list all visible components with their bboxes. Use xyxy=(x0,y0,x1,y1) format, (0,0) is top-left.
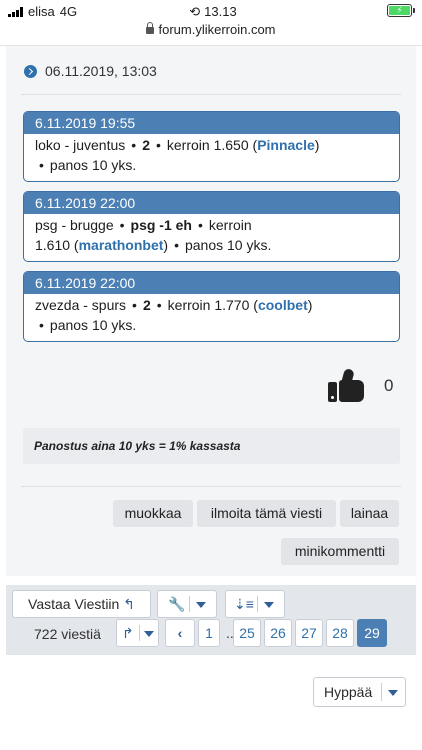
quote-body: zvezda - spurs • 2 • kerroin 1.770 (coolbet)… xyxy=(35,297,313,333)
like-area: 0 xyxy=(328,367,394,404)
sort-dropdown[interactable]: ⇣≡ xyxy=(225,590,285,618)
match: zvezda - spurs xyxy=(35,297,127,313)
status-time: 13.13 xyxy=(204,4,237,19)
signature: Panostus aina 10 yks = 1% kassasta xyxy=(23,428,400,464)
reply-button[interactable]: Vastaa Viestiin ↰ xyxy=(12,590,151,618)
quote-body: loko - juventus • 2 • kerroin 1.650 (Pinnacl… xyxy=(35,137,320,173)
stake: panos 10 yks. xyxy=(49,317,137,333)
battery-icon: ⚡ xyxy=(387,4,415,17)
forum-post: 06.11.2019, 13:03 6.11.2019 19:55 loko -… xyxy=(6,46,416,576)
wrench-icon: 🔧 xyxy=(168,596,186,612)
divider xyxy=(21,94,401,95)
post-date[interactable]: 06.11.2019, 13:03 xyxy=(24,63,157,79)
odds-label: kerroin xyxy=(208,217,252,233)
pick: 2 xyxy=(142,137,150,153)
reply-label: Vastaa Viestiin xyxy=(28,596,120,612)
page-button[interactable]: 27 xyxy=(295,619,323,647)
post-total: 722 viestiä xyxy=(34,626,101,642)
url-domain: forum.ylikerroin.com xyxy=(158,22,276,37)
previous-page-button[interactable]: ‹ xyxy=(165,619,195,647)
mini-comment-button[interactable]: minikommentti xyxy=(281,538,399,565)
quote-block: 6.11.2019 22:00 psg - brugge • psg -1 eh • k… xyxy=(23,191,400,262)
edit-button[interactable]: muokkaa xyxy=(113,500,193,527)
page-button[interactable]: 28 xyxy=(326,619,354,647)
thumbs-up-icon[interactable] xyxy=(328,367,366,404)
page-button[interactable]: 1 xyxy=(198,619,220,647)
pick: 2 xyxy=(142,297,151,313)
chevron-left-icon: ‹ xyxy=(177,625,183,641)
odds-label: kerroin xyxy=(167,297,211,313)
post-link-icon[interactable] xyxy=(24,64,37,78)
odds: 1.610 xyxy=(35,237,71,253)
chevron-down-icon xyxy=(196,591,206,617)
post-date-text: 06.11.2019, 13:03 xyxy=(45,63,157,79)
odds: 1.650 xyxy=(213,137,249,153)
odds-label: kerroin xyxy=(166,137,210,153)
divider xyxy=(21,486,401,487)
page-button[interactable]: 25 xyxy=(233,619,261,647)
screen-rotation-lock-icon: ⟲ xyxy=(189,4,201,19)
report-button[interactable]: ilmoita tämä viesti xyxy=(197,500,336,527)
share-arrow-icon: ↱ xyxy=(122,625,134,641)
odds: 1.770 xyxy=(214,297,250,313)
jump-dropdown[interactable]: Hyppää xyxy=(313,677,406,707)
current-page-button[interactable]: 29 xyxy=(357,619,387,647)
quote-header: 6.11.2019 22:00 xyxy=(24,192,399,214)
quote-button[interactable]: lainaa xyxy=(340,500,399,527)
quote-header: 6.11.2019 22:00 xyxy=(24,272,399,294)
match: psg - brugge xyxy=(35,217,114,233)
quote-block: 6.11.2019 22:00 zvezda - spurs • 2 • kerroin… xyxy=(23,271,400,342)
stake: panos 10 yks. xyxy=(184,237,272,253)
url-bar[interactable]: forum.ylikerroin.com xyxy=(0,22,422,46)
chevron-down-icon xyxy=(264,591,274,617)
jump-arrow-dropdown[interactable]: ↱ xyxy=(116,619,159,647)
quote-block: 6.11.2019 19:55 loko - juventus • 2 • kerroi… xyxy=(23,111,400,182)
bookmaker-link[interactable]: coolbet xyxy=(258,297,308,313)
bookmaker-link[interactable]: Pinnacle xyxy=(257,137,315,153)
quote-header: 6.11.2019 19:55 xyxy=(24,112,399,134)
chevron-down-icon xyxy=(144,620,154,646)
pagination-bar: Vastaa Viestiin ↰ 🔧 ⇣≡ 722 viestiä ↱ ‹ 1… xyxy=(6,585,416,655)
like-count: 0 xyxy=(384,376,394,395)
quote-body: psg - brugge • psg -1 eh • kerroin 1.610 (ma… xyxy=(35,217,272,253)
lock-icon xyxy=(146,22,155,34)
sort-icon: ⇣≡ xyxy=(234,596,254,612)
jump-label: Hyppää xyxy=(324,684,373,700)
page-button[interactable]: 26 xyxy=(264,619,292,647)
match: loko - juventus xyxy=(35,137,126,153)
reply-icon: ↰ xyxy=(123,596,135,612)
stake: panos 10 yks. xyxy=(49,157,137,173)
chevron-down-icon xyxy=(388,678,398,706)
status-bar: elisa 4G ⟲ 13.13 ⚡ xyxy=(0,0,422,22)
bookmaker-link[interactable]: marathonbet xyxy=(79,237,164,253)
tools-dropdown[interactable]: 🔧 xyxy=(157,590,217,618)
pick: psg -1 eh xyxy=(130,217,192,233)
